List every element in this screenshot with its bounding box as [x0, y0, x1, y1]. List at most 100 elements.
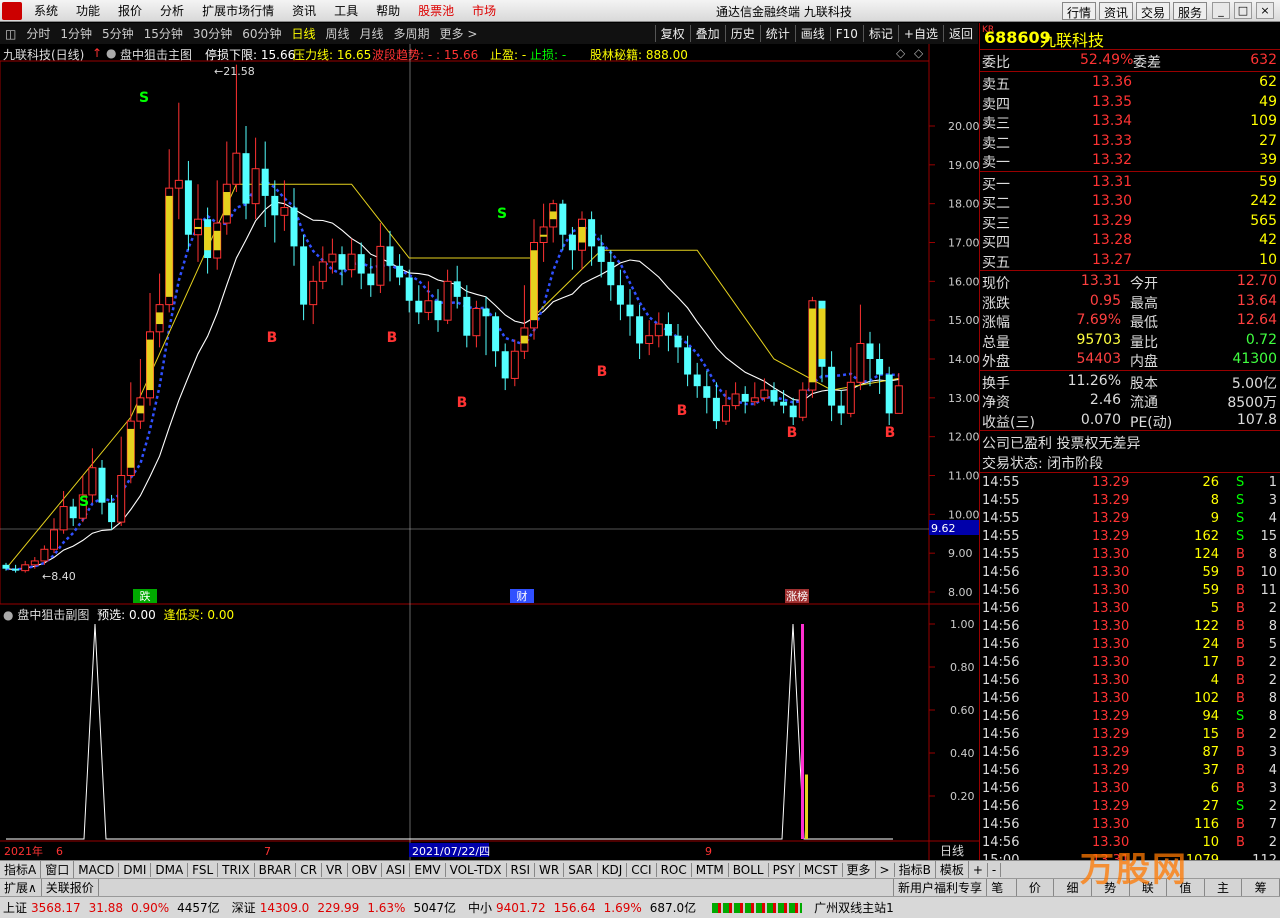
tick-row: 14:55 13.30 124 B 8	[982, 546, 1277, 562]
indicator-tab[interactable]: TRIX	[218, 862, 255, 877]
menu-item-quote[interactable]: 报价	[109, 2, 151, 19]
sub-y-tick-label: 0.60	[950, 704, 975, 717]
chart-area[interactable]: 20.00 19.00 18.00 17.00 16.00 15.00 14.00 13.00…	[0, 44, 979, 860]
top-btn-service[interactable]: 服务	[1173, 2, 1208, 20]
menu-item-function[interactable]: 功能	[67, 2, 109, 19]
maximize-icon[interactable]: □	[1234, 2, 1252, 19]
period-tab-1min[interactable]: 1分钟	[55, 25, 97, 42]
sub-settings-icon[interactable]: ●	[3, 608, 13, 622]
indicator-tab[interactable]: MCST	[800, 862, 843, 877]
indicator-tab[interactable]: FSL	[188, 862, 219, 877]
bid-level[interactable]: 买五 13.27 10	[980, 251, 1280, 271]
tool-history-button[interactable]: 历史	[724, 25, 760, 42]
ask-level[interactable]: 卖一 13.32 39	[980, 151, 1280, 171]
indicator-tab[interactable]: CR	[296, 862, 322, 877]
indicator-tab[interactable]: BOLL	[729, 862, 769, 877]
menu-item-stock-pool[interactable]: 股票池	[409, 2, 463, 19]
tool-mark-button[interactable]: 标记	[862, 25, 898, 42]
period-tab-more[interactable]: 更多 >	[435, 25, 483, 42]
ext-toggle-button[interactable]: 扩展∧	[0, 879, 42, 896]
indicator-tab[interactable]: DMI	[119, 862, 152, 877]
top-btn-trade[interactable]: 交易	[1136, 2, 1171, 20]
top-btn-news[interactable]: 资讯	[1099, 2, 1134, 20]
indicator-tab[interactable]: ASI	[382, 862, 411, 877]
tool-add-watchlist-button[interactable]: +自选	[897, 25, 943, 42]
indicator-tab[interactable]: BRAR	[255, 862, 297, 877]
period-tab-weekly[interactable]: 周线	[321, 25, 355, 42]
indicator-tab[interactable]: 模板	[936, 861, 969, 878]
indicator-tab[interactable]: CCI	[627, 862, 657, 877]
related-quote-button[interactable]: 关联报价	[42, 879, 99, 896]
bid-level[interactable]: 买三 13.29 565	[980, 212, 1280, 232]
panel-tab[interactable]: 笔	[979, 879, 1017, 897]
indicator-tab[interactable]: MACD	[74, 862, 120, 877]
period-tab-5min[interactable]: 5分钟	[97, 25, 139, 42]
tool-stats-button[interactable]: 统计	[759, 25, 795, 42]
indicator-tab[interactable]: DMA	[151, 862, 189, 877]
menu-item-news[interactable]: 资讯	[283, 2, 325, 19]
candle-body	[271, 195, 279, 216]
tool-draw-button[interactable]: 画线	[794, 25, 830, 42]
indicator-tab[interactable]: OBV	[348, 862, 383, 877]
menu-item-ext-market[interactable]: 扩展市场行情	[193, 2, 283, 19]
menu-item-system[interactable]: 系统	[25, 2, 67, 19]
server-name[interactable]: 广州双线主站1	[814, 899, 894, 916]
tool-f10-button[interactable]: F10	[829, 26, 863, 41]
ask-level[interactable]: 卖三 13.34 109	[980, 112, 1280, 132]
panel-tab[interactable]: 价	[1017, 879, 1055, 897]
menu-item-help[interactable]: 帮助	[367, 2, 409, 19]
tool-adjust-button[interactable]: 复权	[654, 25, 690, 42]
indicator-tab[interactable]: EMV	[410, 862, 446, 877]
bid-level[interactable]: 买二 13.30 242	[980, 192, 1280, 212]
period-tab-intraday[interactable]: 分时	[21, 25, 55, 42]
close-icon[interactable]: ×	[1256, 2, 1274, 19]
sub-indicator-name[interactable]: 盘中狙击副图	[17, 608, 89, 622]
indicator-tab[interactable]: KDJ	[598, 862, 628, 877]
minimize-icon[interactable]: _	[1212, 2, 1230, 19]
indicator-tab[interactable]: 更多	[843, 861, 876, 878]
period-tab-60min[interactable]: 60分钟	[237, 25, 286, 42]
indicator-tab[interactable]: PSY	[769, 862, 800, 877]
promo-link[interactable]: 新用户福利专享	[893, 879, 988, 896]
indicator-tab[interactable]: WR	[535, 862, 565, 877]
panel-tab[interactable]: 主	[1205, 879, 1243, 897]
period-tab-monthly[interactable]: 月线	[355, 25, 389, 42]
period-tab-multi[interactable]: 多周期	[389, 25, 435, 42]
menu-item-analysis[interactable]: 分析	[151, 2, 193, 19]
candle-body	[780, 401, 788, 406]
indicator-tab[interactable]: 指标B	[895, 861, 936, 878]
menu-item-tools[interactable]: 工具	[325, 2, 367, 19]
indicator-tab[interactable]: VOL-TDX	[446, 862, 507, 877]
candle-body	[798, 389, 807, 418]
panel-tab[interactable]: 筹	[1242, 879, 1280, 897]
period-tab-daily[interactable]: 日线	[286, 25, 320, 42]
indicator-tab[interactable]: VR	[322, 862, 348, 877]
candle-body	[21, 564, 30, 572]
indicator-tab[interactable]: >	[876, 862, 895, 877]
candle-body	[492, 316, 500, 352]
ask-level[interactable]: 卖五 13.36 62	[980, 73, 1280, 93]
tool-back-button[interactable]: 返回	[942, 25, 978, 42]
period-tab-30min[interactable]: 30分钟	[188, 25, 237, 42]
bid-level[interactable]: 买一 13.31 59	[980, 173, 1280, 193]
trend-bar	[808, 308, 816, 383]
bid-level[interactable]: 买四 13.28 42	[980, 231, 1280, 251]
ask-level[interactable]: 卖四 13.35 49	[980, 93, 1280, 113]
indicator-tab[interactable]: +	[969, 862, 988, 877]
top-btn-quote[interactable]: 行情	[1062, 2, 1097, 20]
candlestick-series[interactable]	[2, 64, 903, 573]
candle-body	[69, 506, 77, 519]
indicator-tab[interactable]: ROC	[657, 862, 692, 877]
indicator-tab[interactable]: RSI	[507, 862, 536, 877]
sidebar-toggle-icon[interactable]: ◫	[0, 27, 21, 41]
ask-level[interactable]: 卖二 13.33 27	[980, 132, 1280, 152]
indicator-tab[interactable]: MTM	[692, 862, 729, 877]
menu-item-market[interactable]: 市场	[463, 2, 505, 19]
indicator-tab[interactable]: 指标A	[0, 861, 42, 878]
period-tab-15min[interactable]: 15分钟	[139, 25, 188, 42]
tool-overlay-button[interactable]: 叠加	[689, 25, 725, 42]
tick-row: 14:56 13.30 102 B 8	[982, 690, 1277, 706]
indicator-tab[interactable]: SAR	[564, 862, 598, 877]
indicator-tab[interactable]: -	[988, 862, 1002, 877]
indicator-tab[interactable]: 窗口	[41, 861, 75, 878]
